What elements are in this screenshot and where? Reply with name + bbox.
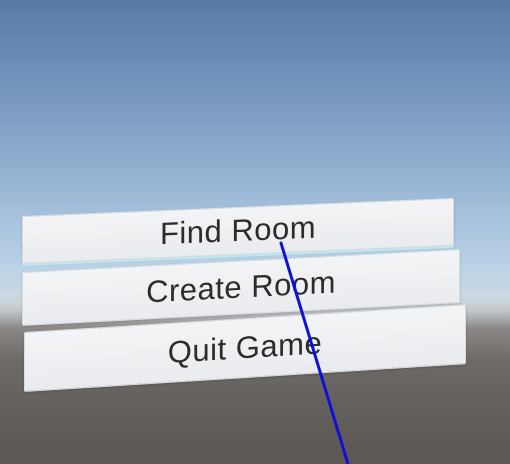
find-room-label: Find Room — [159, 209, 317, 252]
quit-game-label: Quit Game — [167, 325, 323, 370]
vr-scene: Find Room Create Room Quit Game — [0, 0, 510, 464]
create-room-label: Create Room — [146, 264, 336, 310]
main-menu: Find Room Create Room Quit Game — [0, 0, 510, 464]
